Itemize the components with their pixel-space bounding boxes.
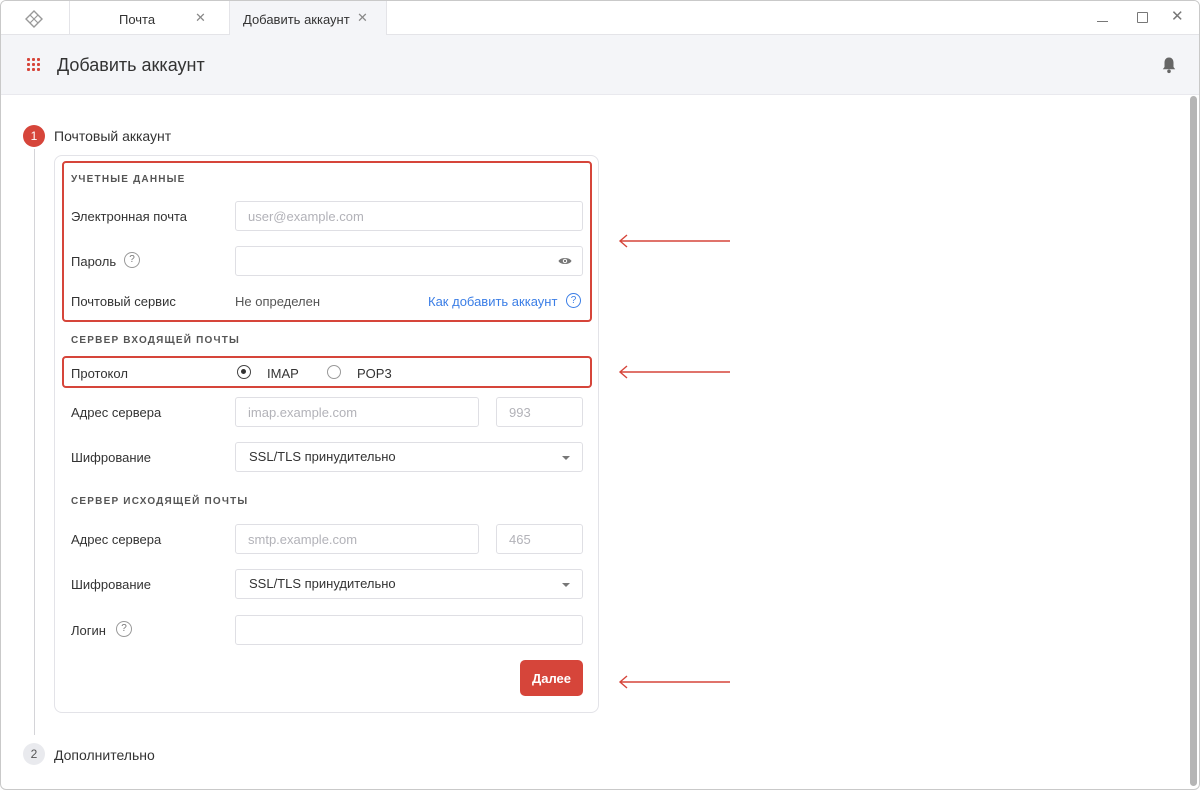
step-2-label[interactable]: Дополнительно: [54, 747, 155, 763]
annotation-arrow-icon: [618, 365, 730, 379]
outgoing-encryption-select[interactable]: SSL/TLS принудительно: [235, 569, 583, 599]
incoming-encryption-value: SSL/TLS принудительно: [249, 449, 396, 464]
incoming-encryption-select[interactable]: SSL/TLS принудительно: [235, 442, 583, 472]
login-label: Логин: [71, 623, 106, 638]
page-header: Добавить аккаунт: [1, 35, 1199, 95]
tab-mail-close-icon[interactable]: ✕: [195, 10, 206, 26]
window-close-icon[interactable]: ✕: [1171, 7, 1187, 25]
incoming-encryption-label: Шифрование: [71, 450, 151, 465]
title-bar: Почта ✕ Добавить аккаунт ✕ ✕: [1, 1, 1199, 35]
bell-icon[interactable]: [1161, 56, 1177, 74]
outgoing-server-input[interactable]: [235, 524, 479, 554]
scrollbar-thumb[interactable]: [1190, 96, 1197, 786]
login-help-icon[interactable]: ?: [116, 621, 132, 637]
incoming-server-input[interactable]: [235, 397, 479, 427]
step-1-badge: 1: [23, 125, 45, 147]
app-window: Почта ✕ Добавить аккаунт ✕ ✕ Добавить ак…: [0, 0, 1200, 790]
tab-add-account-label: Добавить аккаунт: [243, 12, 350, 27]
annotation-arrow-icon: [618, 234, 730, 248]
login-input[interactable]: [235, 615, 583, 645]
credentials-highlight-box: [62, 161, 592, 322]
apps-grid-icon[interactable]: [27, 58, 41, 72]
page-title: Добавить аккаунт: [57, 55, 205, 75]
incoming-section-title: СЕРВЕР ВХОДЯЩЕЙ ПОЧТЫ: [71, 335, 241, 346]
chevron-down-icon: [562, 456, 570, 460]
outgoing-encryption-value: SSL/TLS принудительно: [249, 576, 396, 591]
incoming-port-input[interactable]: [496, 397, 583, 427]
app-logo-icon: [25, 10, 43, 28]
tab-mail[interactable]: Почта ✕: [69, 1, 229, 35]
protocol-highlight-box: [62, 356, 592, 388]
outgoing-section-title: СЕРВЕР ИСХОДЯЩЕЙ ПОЧТЫ: [71, 496, 249, 507]
step-2-badge: 2: [23, 743, 45, 765]
chevron-down-icon: [562, 583, 570, 587]
outgoing-server-label: Адрес сервера: [71, 532, 162, 547]
maximize-icon[interactable]: [1134, 9, 1150, 25]
tab-add-account[interactable]: Добавить аккаунт ✕: [229, 1, 387, 35]
tab-add-account-close-icon[interactable]: ✕: [357, 10, 368, 26]
annotation-arrow-icon: [618, 675, 730, 689]
incoming-server-label: Адрес сервера: [71, 405, 162, 420]
step-1-label[interactable]: Почтовый аккаунт: [54, 128, 171, 144]
next-button[interactable]: Далее: [520, 660, 583, 696]
outgoing-port-input[interactable]: [496, 524, 583, 554]
tab-mail-label: Почта: [119, 12, 156, 27]
step-connector: [34, 149, 35, 735]
outgoing-encryption-label: Шифрование: [71, 577, 151, 592]
minimize-icon[interactable]: [1095, 9, 1111, 25]
